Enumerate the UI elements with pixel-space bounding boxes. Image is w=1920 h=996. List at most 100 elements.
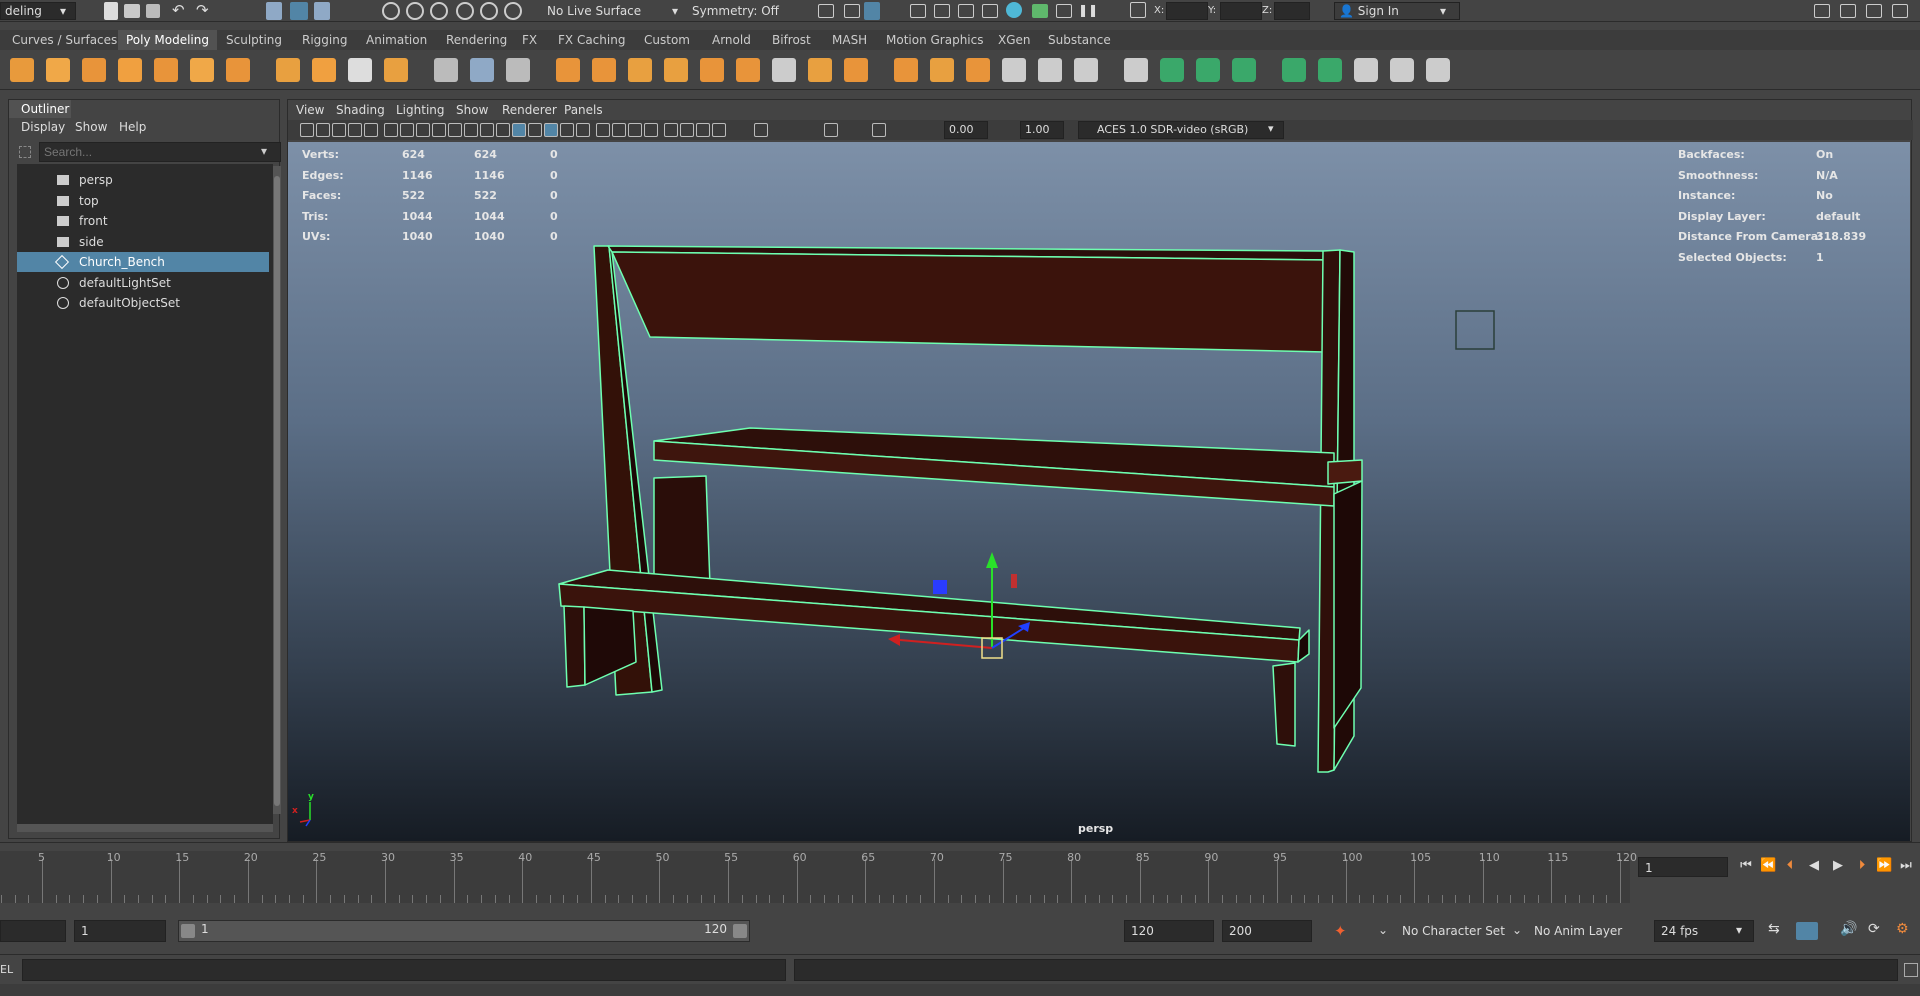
range-start-handle[interactable] xyxy=(181,924,195,938)
bridge-icon[interactable] xyxy=(808,58,832,82)
disc-icon[interactable] xyxy=(226,58,250,82)
planar-icon[interactable] xyxy=(1196,58,1220,82)
shelf-tab-substance[interactable]: Substance xyxy=(1040,30,1119,50)
grid-toggle-icon[interactable] xyxy=(384,123,398,137)
outliner-item-defaultlightset[interactable]: defaultLightSet xyxy=(17,273,269,293)
anti-alias-icon[interactable] xyxy=(628,123,642,137)
viewport-menu-show[interactable]: Show xyxy=(456,103,488,117)
svg-icon[interactable] xyxy=(384,58,408,82)
outliner-item-top[interactable]: top xyxy=(17,191,269,211)
camera-attr-icon[interactable] xyxy=(316,123,330,137)
filter-icon[interactable] xyxy=(19,146,31,158)
scrollbar-thumb[interactable] xyxy=(274,176,280,806)
cube-icon[interactable] xyxy=(46,58,70,82)
colorspace-dropdown[interactable]: ACES 1.0 SDR-video (sRGB) xyxy=(1078,121,1284,139)
sew-icon[interactable] xyxy=(1390,58,1414,82)
keyframe-icon[interactable]: ✦ xyxy=(1334,922,1347,940)
go-to-start-icon[interactable]: ⏮ xyxy=(1738,858,1754,874)
fill-icon[interactable] xyxy=(894,58,918,82)
isolate-select-icon[interactable] xyxy=(664,123,678,137)
ipr-icon[interactable] xyxy=(958,4,974,18)
select-component-icon[interactable] xyxy=(314,2,330,20)
transform-mode-icon[interactable] xyxy=(1130,2,1146,18)
step-forward-key-icon[interactable]: ⏩ xyxy=(1876,858,1892,874)
text-icon[interactable] xyxy=(348,58,372,82)
motion-blur-icon[interactable] xyxy=(612,123,626,137)
symmetry-dropdown[interactable]: Symmetry: Off xyxy=(692,2,779,20)
bookmark-icon[interactable] xyxy=(332,123,346,137)
pause-icon[interactable]: ❚❚ xyxy=(1078,1,1098,19)
command-input[interactable] xyxy=(22,959,786,981)
extrude-icon[interactable] xyxy=(844,58,868,82)
slide-icon[interactable] xyxy=(1124,58,1148,82)
use-lights-icon[interactable] xyxy=(560,123,574,137)
grid-icon[interactable] xyxy=(506,58,530,82)
snap-surface-icon[interactable] xyxy=(480,2,498,20)
target-weld-icon[interactable] xyxy=(1038,58,1062,82)
x-field[interactable] xyxy=(1166,2,1208,20)
playback-start-field[interactable]: 1 xyxy=(74,920,166,942)
modeling-toolkit-icon[interactable] xyxy=(1814,4,1830,18)
cylindrical-icon[interactable] xyxy=(1232,58,1256,82)
scene-end-field[interactable]: 200 xyxy=(1222,920,1312,942)
script-editor-icon[interactable] xyxy=(1904,963,1918,977)
smooth-icon[interactable] xyxy=(664,58,688,82)
shadows-icon[interactable] xyxy=(576,123,590,137)
measure-icon[interactable] xyxy=(434,58,458,82)
chevron-down-icon[interactable]: ▾ xyxy=(672,2,678,20)
snap-curve-icon[interactable] xyxy=(406,2,424,20)
outliner-item-persp[interactable]: persp xyxy=(17,170,269,190)
gamma-field[interactable]: 1.00 xyxy=(1020,121,1064,139)
gamma-icon[interactable] xyxy=(824,123,838,137)
mirror-icon[interactable] xyxy=(736,58,760,82)
viewport-menu-shading[interactable]: Shading xyxy=(336,103,385,117)
gate-mask-icon[interactable] xyxy=(432,123,446,137)
cylinder-icon[interactable] xyxy=(82,58,106,82)
shelf-tab-mash[interactable]: MASH xyxy=(824,30,875,50)
exposure-icon[interactable] xyxy=(754,123,768,137)
unfold-icon[interactable] xyxy=(1318,58,1342,82)
sound-icon[interactable]: 🔊 xyxy=(1840,920,1857,938)
render-view-icon[interactable] xyxy=(844,4,860,18)
snapshot-icon[interactable] xyxy=(1056,4,1072,18)
backface-icon[interactable] xyxy=(712,123,726,137)
xray-icon[interactable] xyxy=(680,123,694,137)
film-gate-icon[interactable] xyxy=(400,123,414,137)
multi-cut-icon[interactable] xyxy=(1002,58,1026,82)
step-forward-frame-icon[interactable]: ⏵ xyxy=(1854,858,1870,874)
live-surface-label[interactable]: No Live Surface xyxy=(547,2,641,20)
shelf-tab-animation[interactable]: Animation xyxy=(358,30,435,50)
uv-icon[interactable] xyxy=(1160,58,1184,82)
cut-uv-icon[interactable] xyxy=(1426,58,1450,82)
outliner-menu-help[interactable]: Help xyxy=(119,120,146,134)
outliner-menu-display[interactable]: Display xyxy=(21,120,65,134)
scene-start-field[interactable] xyxy=(0,920,66,942)
shelf-tab-curves-surfaces[interactable]: Curves / Surfaces xyxy=(4,30,125,50)
arnold-render-icon[interactable] xyxy=(1006,2,1022,18)
playback-options-icon[interactable]: ⚙ xyxy=(1896,920,1909,938)
shelf-tab-xgen[interactable]: XGen xyxy=(990,30,1039,50)
render-settings-icon[interactable] xyxy=(934,4,950,18)
shelf-tab-fx[interactable]: FX xyxy=(514,30,545,50)
outliner-hscrollbar[interactable] xyxy=(17,824,273,832)
depth-of-field-icon[interactable] xyxy=(644,123,658,137)
outliner-title[interactable]: Outliner xyxy=(9,100,71,118)
render-frame-icon[interactable] xyxy=(864,2,880,20)
field-chart-icon[interactable] xyxy=(448,123,462,137)
character-set-dropdown[interactable]: No Character Set xyxy=(1402,922,1505,940)
snap-point-icon[interactable] xyxy=(430,2,448,20)
tool-settings-icon[interactable] xyxy=(1866,4,1882,18)
shelf-tab-custom[interactable]: Custom xyxy=(636,30,698,50)
range-bar[interactable]: 1 120 xyxy=(178,920,750,942)
image-plane-icon[interactable] xyxy=(348,123,362,137)
boolean-icon[interactable] xyxy=(700,58,724,82)
plane-icon[interactable] xyxy=(190,58,214,82)
extract-icon[interactable] xyxy=(628,58,652,82)
snap-icon[interactable] xyxy=(470,58,494,82)
sphere-icon[interactable] xyxy=(10,58,34,82)
shelf-tab-rigging[interactable]: Rigging xyxy=(294,30,355,50)
viewport-menu-view[interactable]: View xyxy=(296,103,324,117)
chevron-down-icon[interactable]: ▾ xyxy=(1736,921,1742,939)
new-scene-icon[interactable] xyxy=(104,2,118,20)
chevron-down-icon[interactable]: ⌄ xyxy=(1378,921,1388,939)
